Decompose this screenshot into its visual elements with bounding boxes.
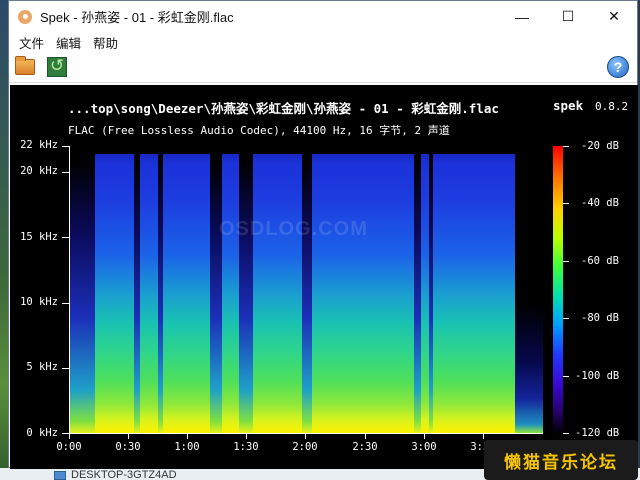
- maximize-button[interactable]: ☐: [545, 1, 591, 32]
- x-axis: [69, 433, 543, 434]
- spectral-gap: [158, 146, 163, 433]
- db-label: -60 dB: [581, 255, 619, 267]
- forum-badge: 懒猫音乐论坛: [484, 440, 638, 480]
- db-tick-mark: [563, 146, 569, 147]
- x-tick-label: 2:00: [292, 441, 318, 453]
- db-tick-mark: [563, 203, 569, 204]
- menu-edit[interactable]: 编辑: [50, 33, 87, 52]
- db-label: -20 dB: [581, 140, 619, 152]
- y-tick-mark: [62, 433, 69, 434]
- spectral-gap: [414, 146, 421, 433]
- db-label: -80 dB: [581, 312, 619, 324]
- db-label: -100 dB: [575, 370, 620, 382]
- x-tick-label: 1:30: [233, 441, 259, 453]
- spectral-gap: [239, 146, 253, 433]
- menu-help[interactable]: 帮助: [87, 33, 124, 52]
- audio-info: FLAC (Free Lossless Audio Codec), 44100 …: [68, 124, 450, 137]
- window-title: Spek - 孙燕姿 - 01 - 彩虹金刚.flac: [40, 10, 234, 25]
- menu-bar: 文件 编辑 帮助: [9, 32, 637, 52]
- y-tick-label: 15 kHz: [20, 231, 58, 243]
- y-tick-label: 20 kHz: [20, 165, 58, 177]
- save-button[interactable]: [44, 54, 70, 80]
- y-tick-label: 0 kHz: [26, 427, 58, 439]
- open-folder-icon: [15, 56, 35, 75]
- spectral-gap: [302, 146, 312, 433]
- open-button[interactable]: [12, 54, 38, 80]
- help-icon[interactable]: ?: [607, 56, 629, 78]
- x-tick-label: 0:30: [115, 441, 141, 453]
- desktop-item[interactable]: DESKTOP-3GTZ4AD: [54, 470, 177, 480]
- toolbar: ?: [9, 52, 637, 83]
- x-tick-mark: [305, 433, 306, 439]
- spectrogram-pane: ...top\song\Deezer\孙燕姿\彩虹金刚\孙燕姿 - 01 - 彩…: [10, 85, 638, 469]
- y-tick-mark: [62, 146, 69, 147]
- close-button[interactable]: ✕: [591, 1, 637, 32]
- minimize-button[interactable]: —: [499, 1, 545, 32]
- spectral-gap: [429, 146, 433, 433]
- y-tick-label: 5 kHz: [26, 361, 58, 373]
- x-tick-label: 0:00: [56, 441, 82, 453]
- x-tick-mark: [483, 433, 484, 439]
- x-tick-label: 1:00: [174, 441, 200, 453]
- db-label: -120 dB: [575, 427, 620, 439]
- computer-icon: [54, 470, 66, 480]
- y-tick-mark: [62, 172, 69, 173]
- db-color-bar: [553, 146, 563, 434]
- file-path: ...top\song\Deezer\孙燕姿\彩虹金刚\孙燕姿 - 01 - 彩…: [68, 101, 499, 116]
- spectral-tail: [515, 146, 543, 433]
- db-tick-mark: [563, 433, 569, 434]
- x-tick-label: 2:30: [352, 441, 378, 453]
- spectral-gap: [134, 146, 140, 433]
- x-tick-mark: [69, 433, 70, 439]
- x-tick-mark: [365, 433, 366, 439]
- app-name: spek: [553, 98, 584, 113]
- y-tick-label: 22 kHz: [20, 139, 58, 151]
- spectral-gap: [210, 146, 222, 433]
- desktop-item-label: DESKTOP-3GTZ4AD: [71, 470, 177, 480]
- y-axis: [69, 146, 70, 434]
- y-tick-mark: [62, 303, 69, 304]
- app-version: 0.8.2: [595, 100, 629, 113]
- menu-file[interactable]: 文件: [13, 33, 50, 52]
- app-icon: [18, 9, 32, 24]
- y-tick-mark: [62, 368, 69, 369]
- db-tick-mark: [563, 261, 569, 262]
- db-tick-mark: [563, 318, 569, 319]
- watermark: OSDLOG.COM: [219, 218, 368, 240]
- x-tick-mark: [128, 433, 129, 439]
- desktop-background: [0, 0, 8, 480]
- x-tick-mark: [246, 433, 247, 439]
- y-tick-label: 10 kHz: [20, 296, 58, 308]
- save-icon: [47, 56, 67, 77]
- x-tick-mark: [187, 433, 188, 439]
- y-tick-mark: [62, 237, 69, 238]
- x-tick-label: 3:00: [411, 441, 437, 453]
- title-bar[interactable]: Spek - 孙燕姿 - 01 - 彩虹金刚.flac — ☐ ✕: [9, 1, 637, 32]
- db-tick-mark: [563, 376, 569, 377]
- spek-window: Spek - 孙燕姿 - 01 - 彩虹金刚.flac — ☐ ✕ 文件 编辑 …: [8, 0, 638, 469]
- spectrogram-plot: OSDLOG.COM: [69, 146, 543, 433]
- spectral-gap: [69, 146, 95, 433]
- db-label: -40 dB: [581, 197, 619, 209]
- x-tick-mark: [424, 433, 425, 439]
